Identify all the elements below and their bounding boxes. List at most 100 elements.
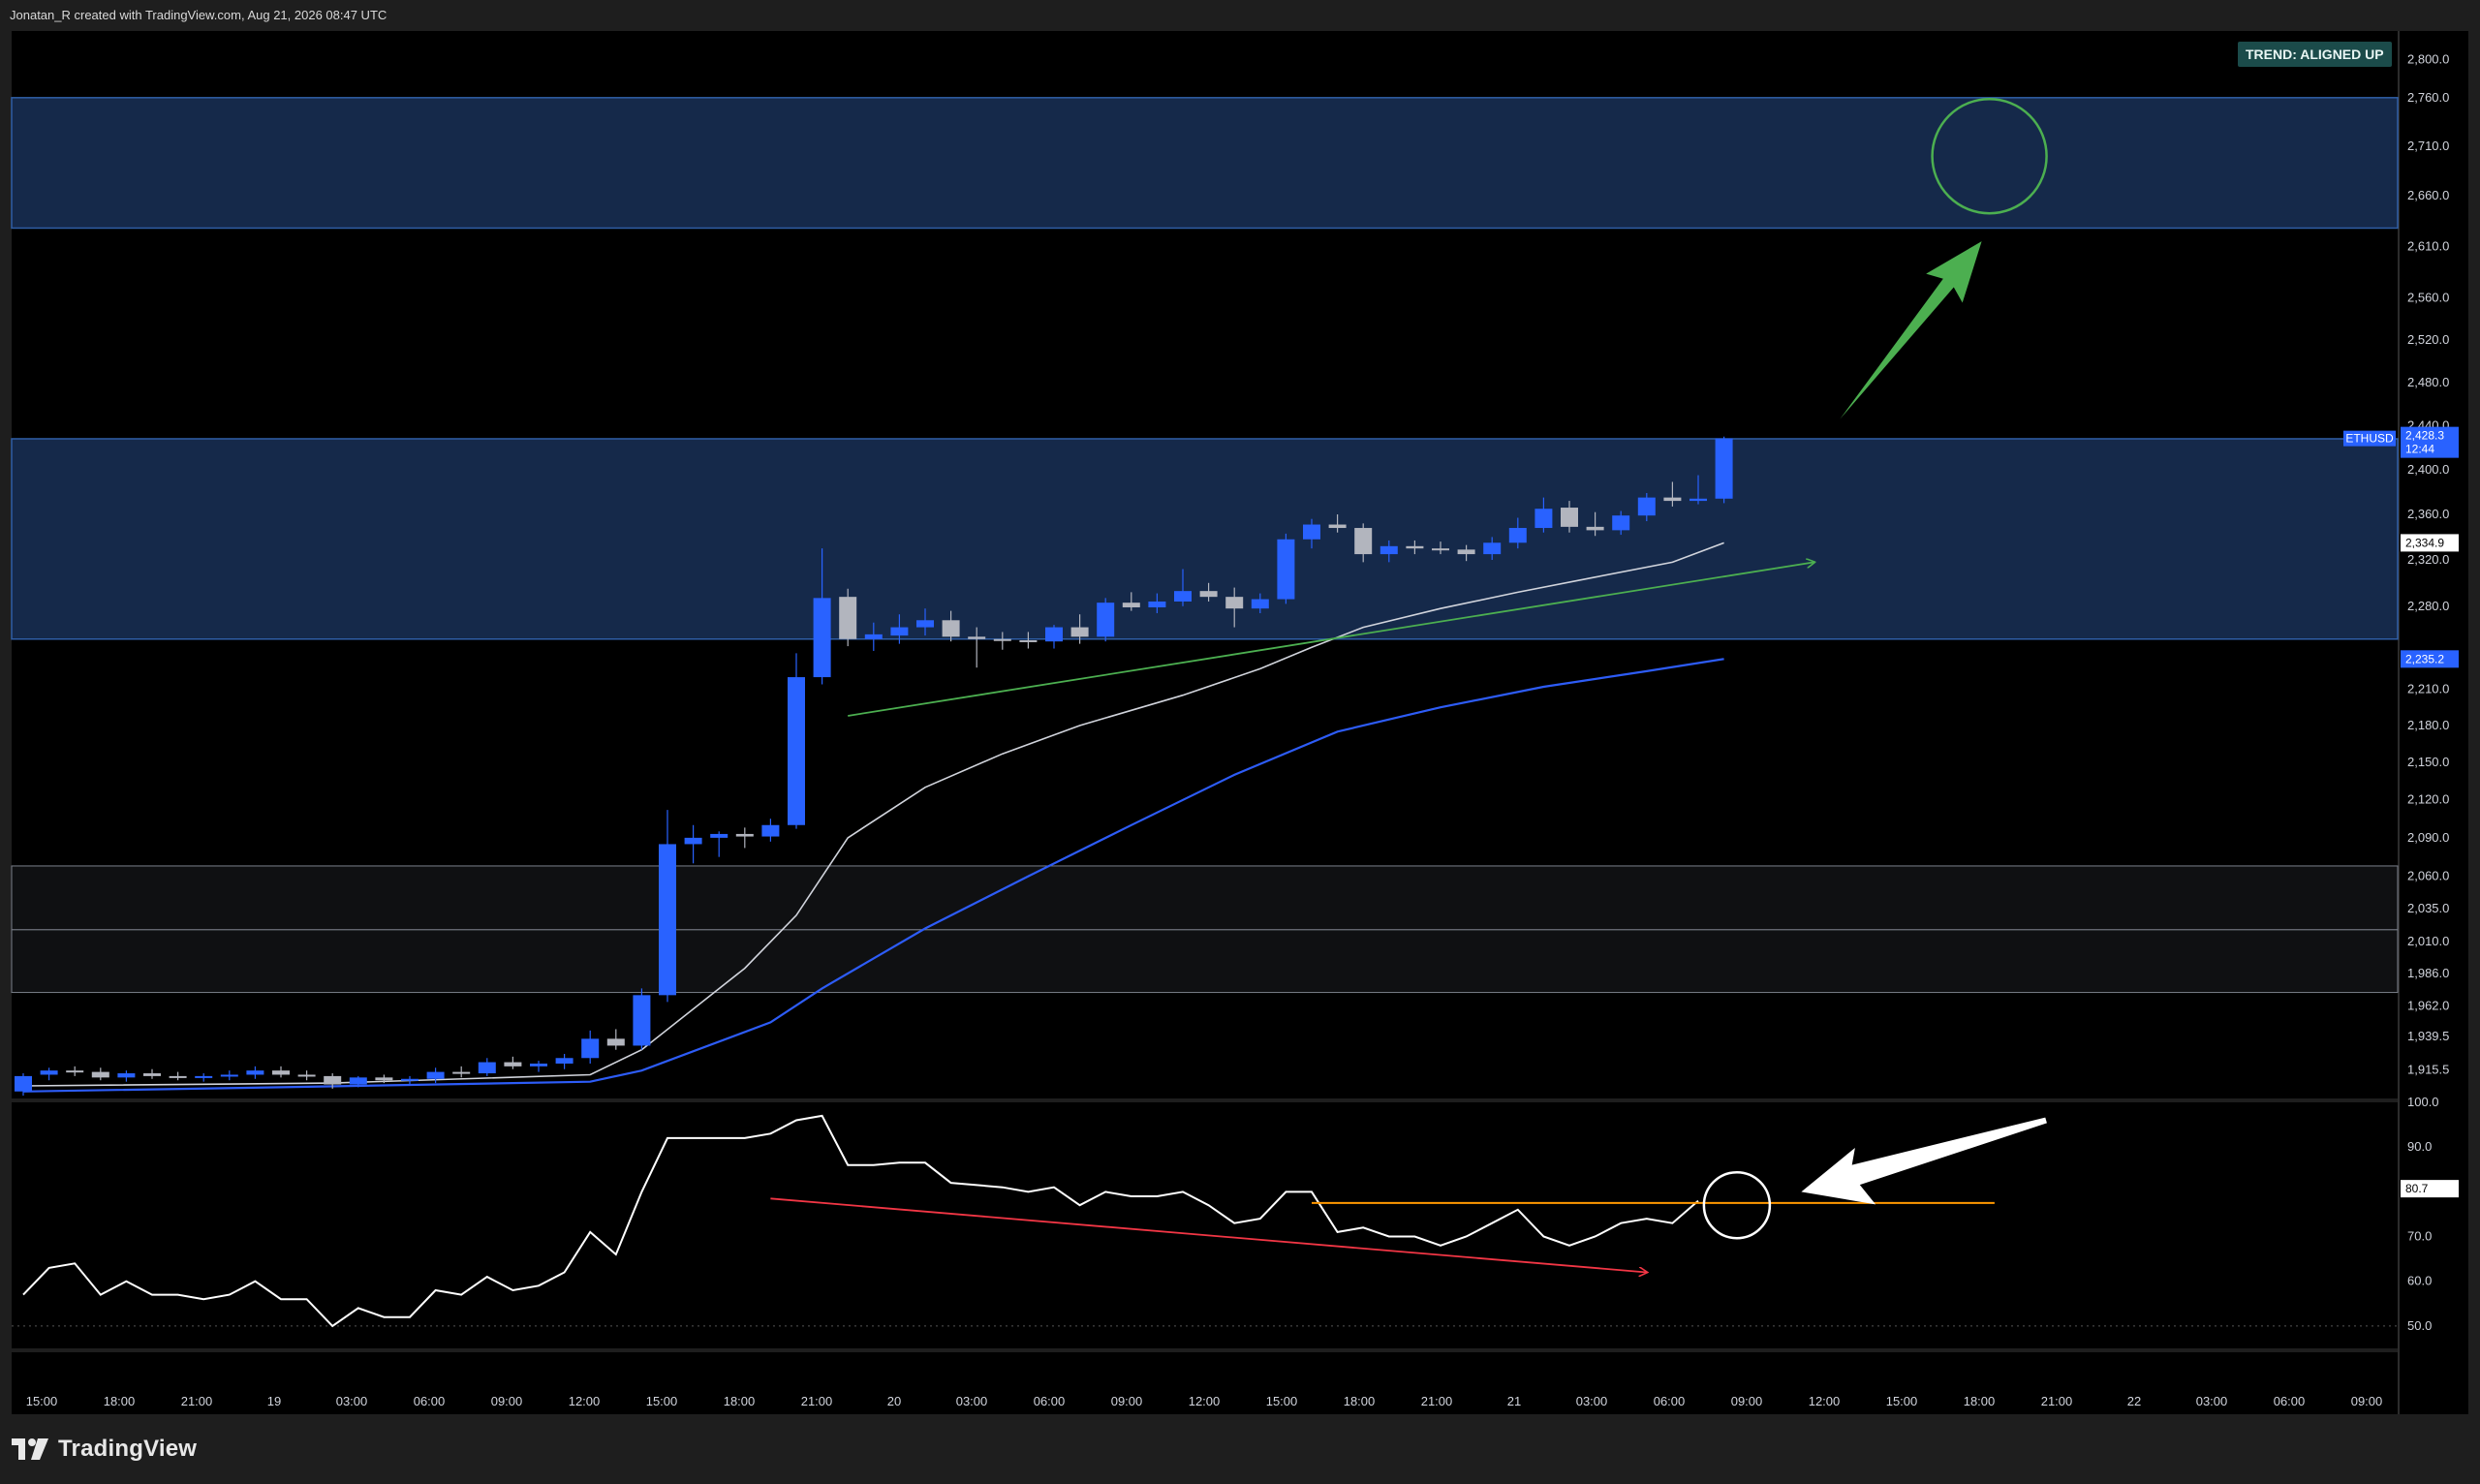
price-tick-label: 2,150.0 xyxy=(2407,755,2449,769)
price-tag: 80.7 xyxy=(2401,1180,2459,1198)
candle-body xyxy=(788,677,805,825)
price-tick-label: 2,660.0 xyxy=(2407,188,2449,202)
candle xyxy=(788,653,805,829)
candle-body xyxy=(659,844,676,996)
symbol-tag-label: ETHUSD xyxy=(2345,432,2394,446)
time-tick-label: 09:00 xyxy=(2351,1394,2383,1408)
price-tick-label: 2,210.0 xyxy=(2407,681,2449,696)
candle-body xyxy=(1148,601,1166,607)
candle-body xyxy=(375,1077,393,1081)
candle-body xyxy=(91,1071,109,1078)
candle-body xyxy=(426,1071,445,1079)
candle-body xyxy=(1561,508,1578,527)
candle-body xyxy=(272,1070,290,1075)
candle-body xyxy=(1019,639,1038,642)
price-tick-label: 2,710.0 xyxy=(2407,139,2449,153)
candle-body xyxy=(839,597,857,639)
candle-body xyxy=(1174,591,1192,602)
price-tick-label: 2,180.0 xyxy=(2407,718,2449,732)
candle-body xyxy=(1045,627,1063,642)
value-tag-text: 2,428.3 xyxy=(2405,429,2444,443)
price-tick-label: 2,760.0 xyxy=(2407,90,2449,105)
candle-body xyxy=(297,1074,316,1077)
oscillator-tick-label: 90.0 xyxy=(2407,1139,2432,1154)
candle-body xyxy=(942,620,960,637)
candle-body xyxy=(1457,549,1475,555)
price-tick-label: 2,520.0 xyxy=(2407,332,2449,347)
time-tick-label: 21 xyxy=(1507,1394,1521,1408)
candle-body xyxy=(1122,603,1140,607)
candle-body xyxy=(606,1038,625,1046)
candle-body xyxy=(349,1077,367,1085)
supply-zone-0 xyxy=(11,97,2399,230)
oscillator-tick-label: 100.0 xyxy=(2407,1095,2439,1109)
candle-body xyxy=(478,1062,496,1074)
candle-body xyxy=(581,1038,600,1059)
time-tick-label: 21:00 xyxy=(801,1394,833,1408)
gray-zone-2 xyxy=(11,865,2399,931)
price-tick-label: 2,090.0 xyxy=(2407,830,2449,845)
time-tick-label: 21:00 xyxy=(1421,1394,1453,1408)
time-tick-label: 06:00 xyxy=(2274,1394,2306,1408)
candle-body xyxy=(1690,498,1707,502)
candle-body xyxy=(504,1062,522,1067)
time-tick-label: 09:00 xyxy=(1731,1394,1763,1408)
candle-body xyxy=(633,995,651,1046)
candle-body xyxy=(1328,524,1347,529)
time-tick-label: 06:00 xyxy=(1654,1394,1686,1408)
candle-body xyxy=(890,627,909,636)
candle-body xyxy=(1380,545,1398,555)
value-tag-text: 2,334.9 xyxy=(2405,536,2444,549)
candle-body xyxy=(246,1070,264,1075)
candle-body xyxy=(117,1073,136,1078)
candle-body xyxy=(1432,548,1449,551)
oscillator-tick-label: 50.0 xyxy=(2407,1318,2432,1333)
trend-badge: TREND: ALIGNED UP xyxy=(2238,42,2392,67)
time-tick-label: 03:00 xyxy=(336,1394,368,1408)
price-tick-label: 2,320.0 xyxy=(2407,552,2449,567)
time-tick-label: 21:00 xyxy=(181,1394,213,1408)
time-tick-label: 15:00 xyxy=(646,1394,678,1408)
price-tick-label: 2,060.0 xyxy=(2407,869,2449,883)
candle-body xyxy=(1715,438,1733,499)
brand: TradingView xyxy=(12,1436,197,1463)
price-tick-label: 2,560.0 xyxy=(2407,291,2449,305)
candle-body xyxy=(324,1075,342,1085)
chart-canvas[interactable]: 2,800.0 2,760.0 2,710.0 2,660.0 2,610.0 2,560… xyxy=(0,0,2480,1484)
time-tick-label: 03:00 xyxy=(1576,1394,1608,1408)
price-tag: 2,235.2 xyxy=(2401,650,2459,668)
time-tick-label: 09:00 xyxy=(491,1394,523,1408)
candle-body xyxy=(1354,528,1373,555)
price-tag: 2,334.9 xyxy=(2401,534,2459,552)
price-tick-label: 2,010.0 xyxy=(2407,934,2449,948)
time-tick-label: 03:00 xyxy=(2196,1394,2228,1408)
candle-body xyxy=(1199,591,1218,598)
time-tick-label: 15:00 xyxy=(26,1394,58,1408)
candle xyxy=(1097,598,1115,642)
price-tick-label: 2,400.0 xyxy=(2407,462,2449,477)
candle xyxy=(1277,533,1295,604)
time-tick-label: 18:00 xyxy=(104,1394,136,1408)
tradingview-logo-icon xyxy=(12,1438,48,1460)
candle-body xyxy=(1483,542,1502,555)
candle xyxy=(633,988,651,1050)
candle-body xyxy=(169,1075,187,1078)
candle-body xyxy=(1534,509,1553,529)
time-tick-label: 12:00 xyxy=(1189,1394,1221,1408)
candle-body xyxy=(1277,539,1295,600)
value-tag-text: 2,235.2 xyxy=(2405,652,2444,665)
candle-body xyxy=(1612,515,1630,531)
time-tick-label: 21:00 xyxy=(2041,1394,2073,1408)
candle-body xyxy=(1225,597,1244,609)
price-tick-label: 2,035.0 xyxy=(2407,901,2449,915)
oscillator-tick-label: 60.0 xyxy=(2407,1274,2432,1288)
candle-body xyxy=(452,1071,471,1074)
candle-body xyxy=(1070,627,1089,637)
candle-body xyxy=(968,636,986,639)
price-tick-label: 1,915.5 xyxy=(2407,1062,2449,1076)
time-tick-label: 15:00 xyxy=(1886,1394,1918,1408)
candle-body xyxy=(1508,528,1527,543)
candle-body xyxy=(735,833,754,837)
time-tick-label: 06:00 xyxy=(414,1394,446,1408)
candle-body xyxy=(684,837,702,845)
